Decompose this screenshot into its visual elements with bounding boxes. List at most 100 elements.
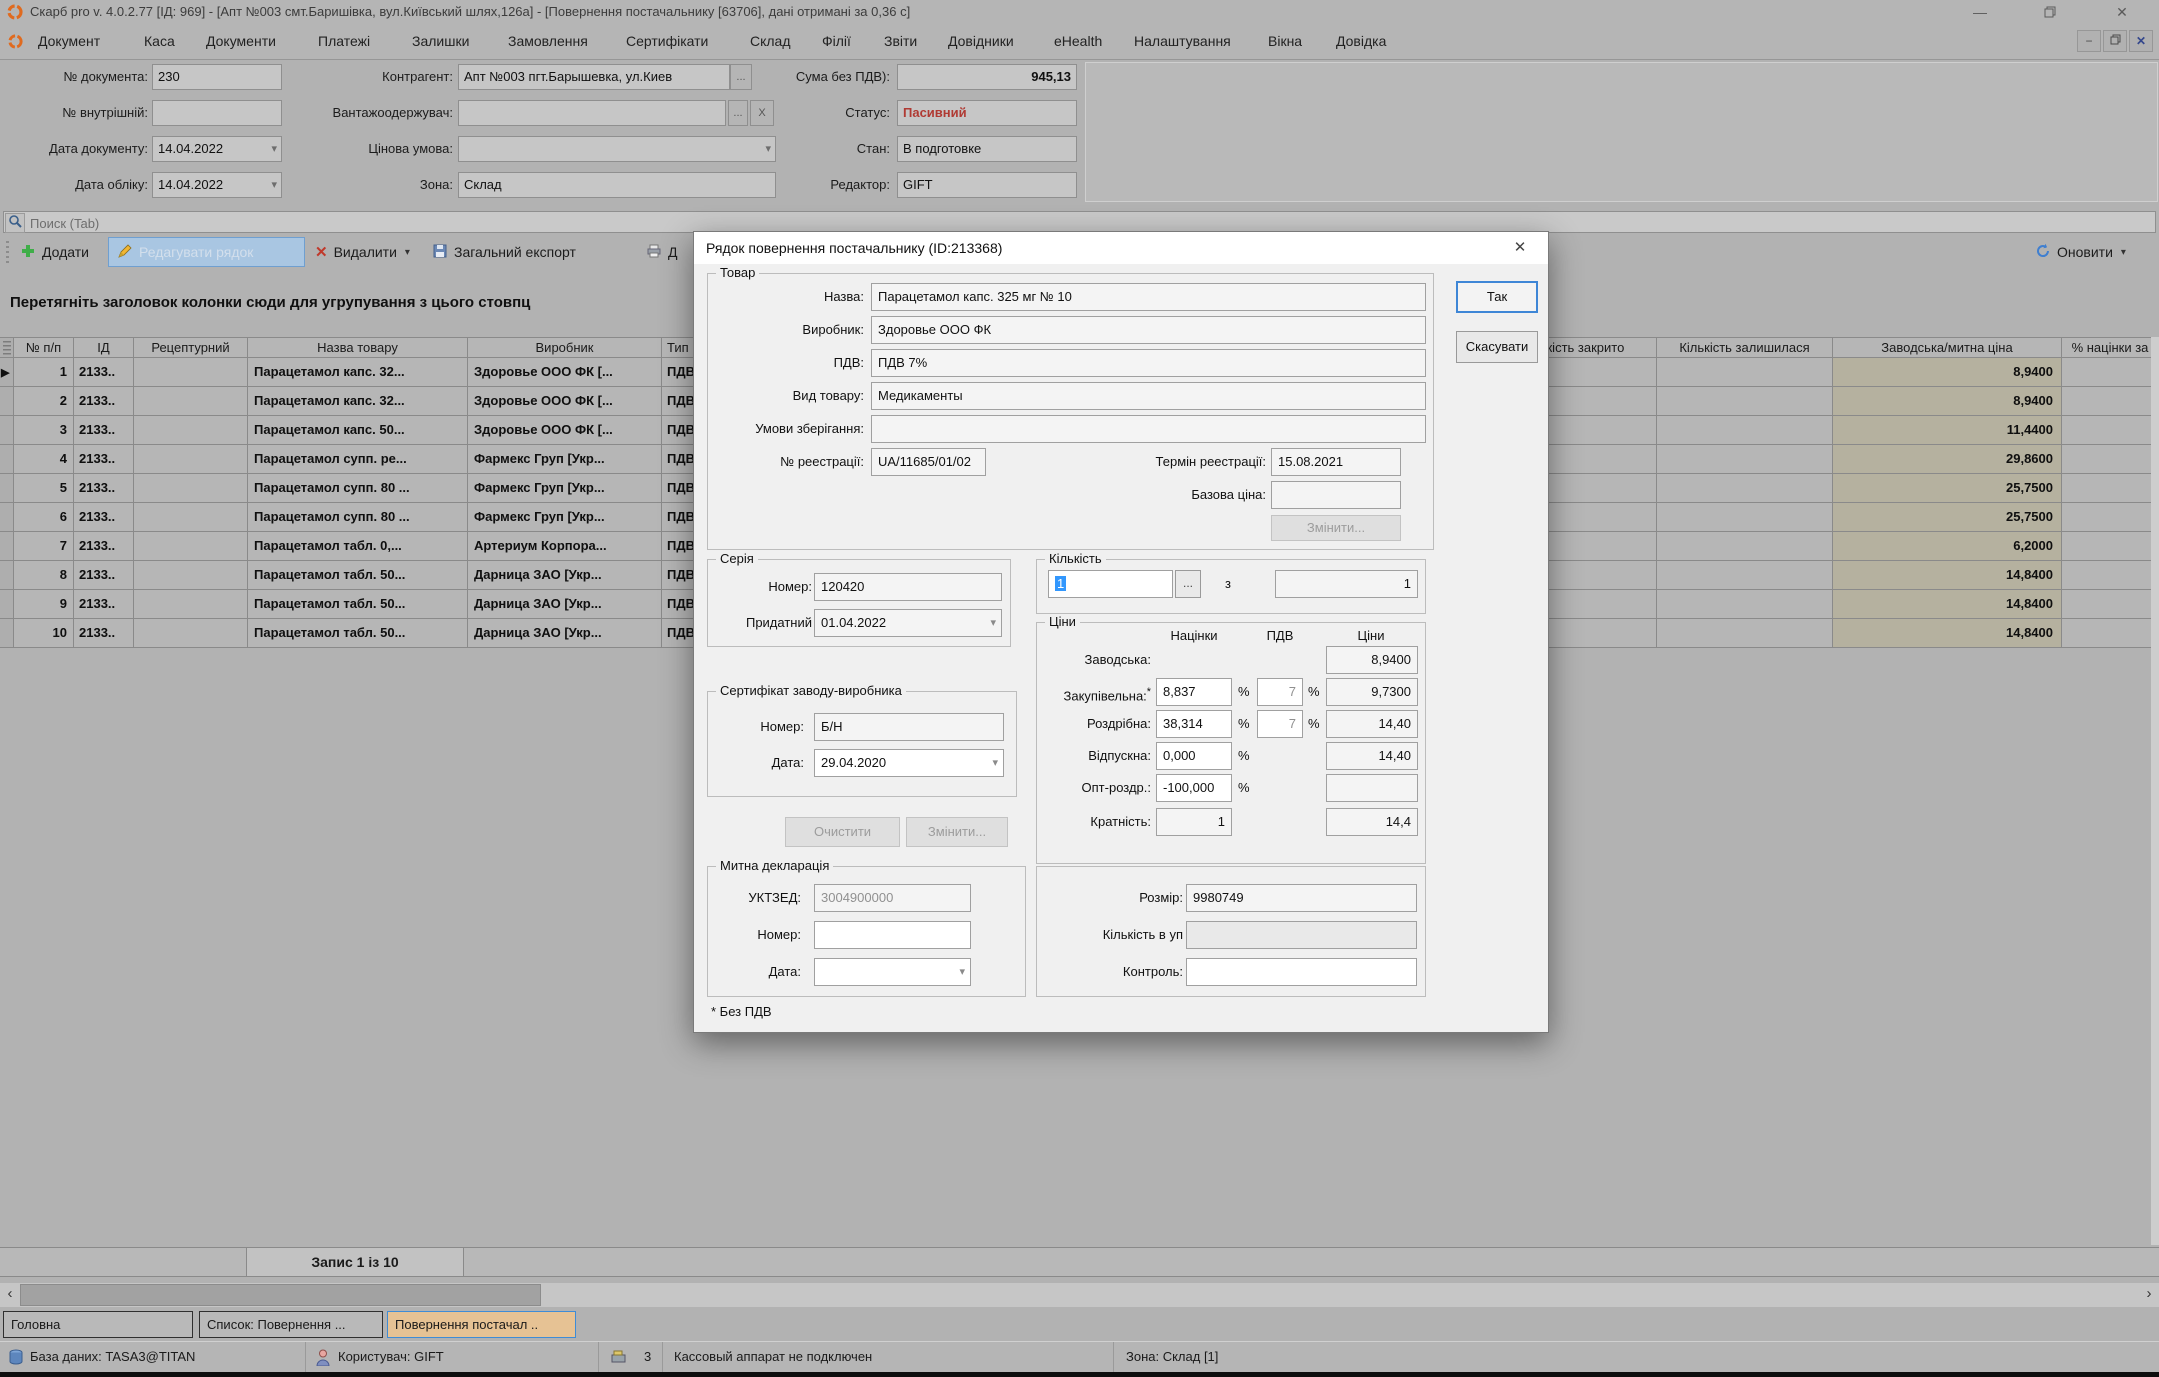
- selling-markup-field[interactable]: 0,000: [1156, 742, 1232, 770]
- quantity-input[interactable]: 1: [1048, 570, 1173, 598]
- account-date-field[interactable]: 14.04.2022▾: [152, 172, 282, 198]
- doc-number-field[interactable]: 230: [152, 64, 282, 90]
- contractor-field[interactable]: Апт №003 пгт.Барышевка, ул.Киев: [458, 64, 730, 90]
- customs-date-field[interactable]: ▾: [814, 958, 971, 986]
- chevron-down-icon[interactable]: ▾: [990, 610, 996, 636]
- export-button[interactable]: Загальний експорт: [432, 237, 576, 267]
- certificate-number-field[interactable]: Б/Н: [814, 713, 1004, 741]
- reg-number-field[interactable]: UA/11685/01/02: [871, 448, 986, 476]
- menu-leftovers[interactable]: Залишки: [406, 24, 475, 58]
- customs-date-label: Дата:: [714, 958, 801, 986]
- product-name-field[interactable]: Парацетамол капс. 325 мг № 10: [871, 283, 1426, 311]
- retail-markup-field[interactable]: 38,314: [1156, 710, 1232, 738]
- header-name[interactable]: Назва товару: [248, 337, 468, 358]
- cell-markup-pct: [2062, 387, 2159, 416]
- tab-home[interactable]: Головна: [3, 1311, 193, 1338]
- tab-return-list[interactable]: Список: Повернення ...: [199, 1311, 383, 1338]
- header-remaining[interactable]: Кількість залишилася: [1657, 337, 1833, 358]
- tab-return-supplier[interactable]: Повернення постачал ..: [387, 1311, 576, 1338]
- delete-button[interactable]: ✕ Видалити▾: [315, 237, 410, 267]
- menu-document[interactable]: Документ: [32, 24, 106, 58]
- contractor-lookup-button[interactable]: ...: [730, 64, 752, 90]
- horizontal-scrollbar[interactable]: ‹ ›: [0, 1283, 2159, 1307]
- purchase-markup-field[interactable]: 8,837: [1156, 678, 1232, 706]
- status-label: Статус:: [770, 100, 890, 126]
- row-selector: [0, 474, 14, 503]
- internal-number-field[interactable]: [152, 100, 282, 126]
- menu-branches[interactable]: Філії: [816, 24, 857, 58]
- menu-warehouse[interactable]: Склад: [744, 24, 797, 58]
- chevron-down-icon[interactable]: ▾: [992, 750, 998, 776]
- vertical-scrollbar[interactable]: [2151, 337, 2159, 1245]
- menu-directories[interactable]: Довідники: [942, 24, 1020, 58]
- cell-manufacturer: Дарница ЗАО [Укр...: [468, 619, 662, 648]
- control-field[interactable]: [1186, 958, 1417, 986]
- series-number-field[interactable]: 120420: [814, 573, 1002, 601]
- database-icon: [9, 1349, 23, 1371]
- cell-name: Парацетамол табл. 0,...: [248, 532, 468, 561]
- header-id[interactable]: ІД: [74, 337, 134, 358]
- menu-orders[interactable]: Замовлення: [502, 24, 594, 58]
- mdi-restore-icon[interactable]: [2103, 30, 2127, 52]
- scrollbar-thumb[interactable]: [20, 1284, 541, 1306]
- zone-field[interactable]: Склад: [458, 172, 776, 198]
- consignee-field[interactable]: [458, 100, 726, 126]
- scroll-left-icon[interactable]: ‹: [0, 1283, 20, 1307]
- header-num[interactable]: № п/п: [14, 337, 74, 358]
- toolbar-grip[interactable]: [6, 241, 9, 263]
- edit-row-button[interactable]: Редагувати рядок: [108, 237, 305, 267]
- header-factory-price[interactable]: Заводська/митна ціна: [1833, 337, 2062, 358]
- product-storage-field[interactable]: [871, 415, 1426, 443]
- certificate-date-field[interactable]: 29.04.2020▾: [814, 749, 1004, 777]
- menu-help[interactable]: Довідка: [1330, 24, 1392, 58]
- menu-certificates[interactable]: Сертифікати: [620, 24, 714, 58]
- close-icon[interactable]: ✕: [1508, 236, 1532, 260]
- cell-remaining: [1657, 532, 1833, 561]
- reg-term-field[interactable]: 15.08.2021: [1271, 448, 1401, 476]
- chevron-down-icon[interactable]: ▾: [271, 173, 277, 197]
- mdi-minimize-icon[interactable]: −: [2077, 30, 2101, 52]
- product-kind-field[interactable]: Медикаменты: [871, 382, 1426, 410]
- header-manufacturer[interactable]: Виробник: [468, 337, 662, 358]
- dialog-title-bar[interactable]: Рядок повернення постачальнику (ID:21336…: [694, 232, 1548, 264]
- menu-payments[interactable]: Платежі: [312, 24, 376, 58]
- product-manufacturer-field[interactable]: Здоровье ООО ФК: [871, 316, 1426, 344]
- menu-ehealth[interactable]: eHealth: [1048, 24, 1108, 58]
- chevron-down-icon[interactable]: ▾: [271, 137, 277, 161]
- pencil-icon: [117, 243, 133, 262]
- quantity-lookup-button[interactable]: ...: [1175, 570, 1201, 598]
- base-price-field[interactable]: [1271, 481, 1401, 509]
- customs-number-field[interactable]: [814, 921, 971, 949]
- multiplicity-field[interactable]: 1: [1156, 808, 1232, 836]
- series-valid-field[interactable]: 01.04.2022▾: [814, 609, 1002, 637]
- close-icon[interactable]: ✕: [2108, 0, 2136, 24]
- menu-windows[interactable]: Вікна: [1262, 24, 1308, 58]
- cell-prescription: [134, 358, 248, 387]
- cancel-button[interactable]: Скасувати: [1456, 331, 1538, 363]
- doc-date-field[interactable]: 14.04.2022▾: [152, 136, 282, 162]
- minimize-icon[interactable]: —: [1966, 0, 1994, 24]
- product-name-label: Назва:: [714, 283, 864, 311]
- header-prescription[interactable]: Рецептурний: [134, 337, 248, 358]
- wholesale-markup-field[interactable]: -100,000: [1156, 774, 1232, 802]
- chevron-down-icon[interactable]: ▾: [959, 959, 965, 985]
- cell-num: 9: [14, 590, 74, 619]
- menu-settings[interactable]: Налаштування: [1128, 24, 1237, 58]
- price-condition-field[interactable]: ▾: [458, 136, 776, 162]
- consignee-lookup-button[interactable]: ...: [728, 100, 748, 126]
- ok-button[interactable]: Так: [1456, 281, 1538, 313]
- scroll-right-icon[interactable]: ›: [2139, 1283, 2159, 1307]
- print-button[interactable]: Д: [646, 237, 677, 267]
- menu-reports[interactable]: Звіти: [878, 24, 923, 58]
- menu-documents[interactable]: Документи: [200, 24, 282, 58]
- refresh-button[interactable]: Оновити▾: [2035, 237, 2126, 267]
- restore-icon[interactable]: [2036, 0, 2064, 24]
- mdi-close-icon[interactable]: ✕: [2129, 30, 2153, 52]
- menu-kasa[interactable]: Каса: [138, 24, 181, 58]
- contractor-label: Контрагент:: [295, 64, 453, 90]
- header-markup-pct[interactable]: % націнки за: [2062, 337, 2159, 358]
- return-row-dialog: Рядок повернення постачальнику (ID:21336…: [693, 231, 1549, 1033]
- add-button[interactable]: Додати: [20, 237, 89, 267]
- product-vat-field[interactable]: ПДВ 7%: [871, 349, 1426, 377]
- uktzed-field: 3004900000: [814, 884, 971, 912]
